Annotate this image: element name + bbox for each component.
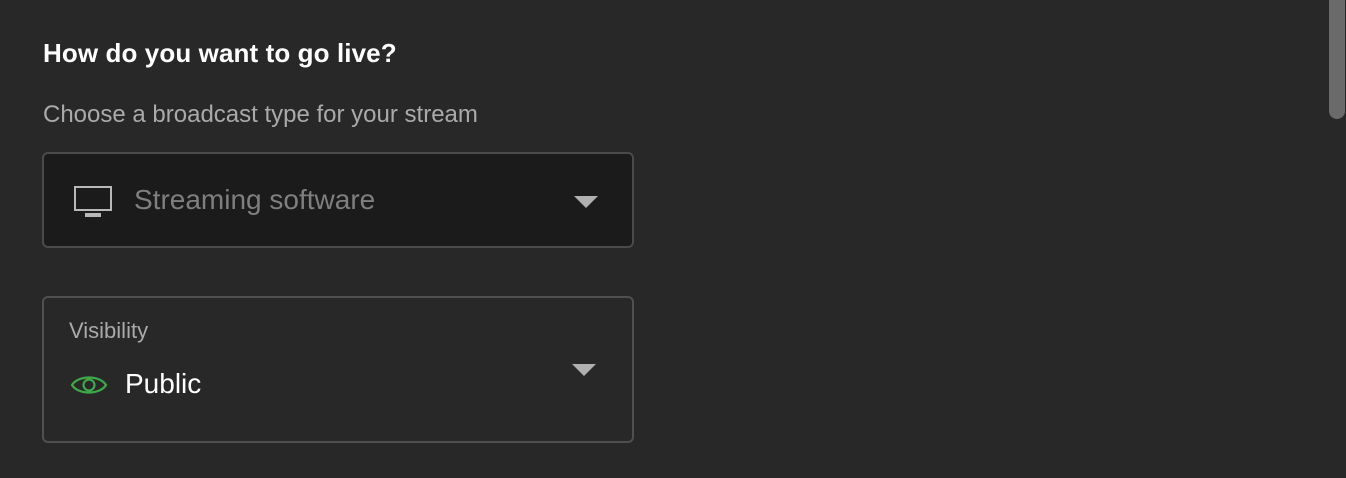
visibility-label: Visibility [69,318,149,343]
page-subtitle: Choose a broadcast type for your stream [43,101,478,128]
eye-icon [70,376,108,394]
chevron-down-icon [574,196,598,208]
monitor-icon [74,186,112,217]
visibility-value: Public [125,368,202,399]
visibility-dropdown[interactable]: Visibility Public [42,296,634,443]
go-live-panel: How do you want to go live? Choose a bro… [0,0,1346,478]
chevron-down-icon [572,364,596,376]
page-title: How do you want to go live? [43,38,397,68]
broadcast-type-dropdown[interactable]: Streaming software [42,152,634,248]
broadcast-type-value: Streaming software [134,184,376,215]
scrollbar-thumb[interactable] [1329,0,1345,119]
